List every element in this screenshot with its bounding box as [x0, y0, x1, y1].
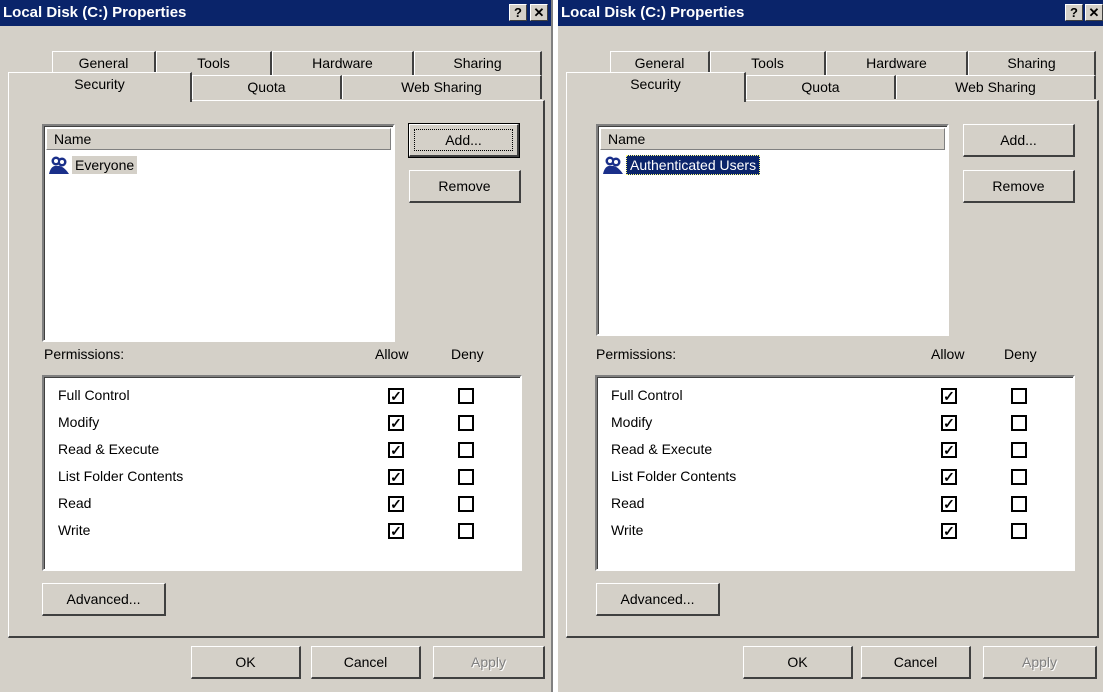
apply-button[interactable]: Apply [433, 646, 545, 679]
deny-checkbox[interactable] [458, 415, 474, 431]
permission-row: Read ✓ [58, 491, 528, 518]
tab-hardware[interactable]: Hardware [272, 51, 414, 75]
deny-checkbox[interactable] [1011, 415, 1027, 431]
deny-checkbox[interactable] [1011, 469, 1027, 485]
permission-row: Modify ✓ [611, 410, 1081, 437]
deny-checkbox[interactable] [458, 496, 474, 512]
add-button[interactable]: Add... [963, 124, 1075, 157]
permissions-list[interactable]: Full Control ✓ Modify ✓ Read & Execute ✓ List … [42, 375, 522, 571]
deny-checkbox[interactable] [458, 523, 474, 539]
advanced-button[interactable]: Advanced... [596, 583, 720, 616]
permission-name: Write [58, 522, 91, 538]
deny-checkbox[interactable] [458, 388, 474, 404]
deny-checkbox[interactable] [1011, 523, 1027, 539]
tab-web-sharing[interactable]: Web Sharing [342, 75, 542, 99]
name-column-header[interactable]: Name [46, 128, 391, 150]
allow-checkbox[interactable]: ✓ [388, 469, 404, 485]
permissions-label: Permissions: [44, 346, 125, 362]
deny-checkbox[interactable] [458, 442, 474, 458]
remove-button[interactable]: Remove [409, 170, 521, 203]
user-list-item[interactable]: Authenticated Users [602, 154, 761, 176]
allow-checkbox[interactable]: ✓ [941, 388, 957, 404]
users-group-icon [49, 156, 69, 174]
permission-row: List Folder Contents ✓ [611, 464, 1081, 491]
title-bar[interactable]: Local Disk (C:) Properties [558, 0, 1103, 26]
ok-button[interactable]: OK [191, 646, 301, 679]
tab-quota[interactable]: Quota [746, 75, 896, 99]
user-list[interactable]: Name Authenticated Users [596, 124, 949, 336]
tab-security[interactable]: Security [566, 72, 746, 102]
permission-name: Read & Execute [611, 441, 713, 457]
permission-row: Read & Execute ✓ [611, 437, 1081, 464]
allow-checkbox[interactable]: ✓ [941, 496, 957, 512]
deny-checkbox[interactable] [1011, 442, 1027, 458]
permission-row: Full Control ✓ [58, 383, 528, 410]
allow-checkbox[interactable]: ✓ [941, 469, 957, 485]
permission-name: List Folder Contents [611, 468, 737, 484]
user-name: Authenticated Users [626, 155, 761, 175]
permission-name: Full Control [611, 387, 683, 403]
tab-quota[interactable]: Quota [192, 75, 342, 99]
permission-row: Full Control ✓ [611, 383, 1081, 410]
user-name: Everyone [72, 156, 138, 174]
allow-checkbox[interactable]: ✓ [388, 415, 404, 431]
tab-security[interactable]: Security [8, 72, 192, 102]
properties-dialog-right: Local Disk (C:) Properties ? ✕ General T… [558, 0, 1103, 692]
close-button[interactable]: ✕ [1085, 4, 1103, 21]
permissions-label: Permissions: [596, 346, 677, 362]
remove-button[interactable]: Remove [963, 170, 1075, 203]
permission-row: List Folder Contents ✓ [58, 464, 528, 491]
permission-row: Read ✓ [611, 491, 1081, 518]
users-group-icon [603, 156, 623, 174]
permission-row: Read & Execute ✓ [58, 437, 528, 464]
permission-name: List Folder Contents [58, 468, 184, 484]
tab-hardware[interactable]: Hardware [826, 51, 968, 75]
user-list[interactable]: Name Everyone [42, 124, 395, 342]
tab-sharing[interactable]: Sharing [414, 51, 542, 75]
allow-checkbox[interactable]: ✓ [941, 442, 957, 458]
deny-checkbox[interactable] [1011, 496, 1027, 512]
allow-checkbox[interactable]: ✓ [388, 523, 404, 539]
permission-name: Write [611, 522, 644, 538]
name-column-header[interactable]: Name [600, 128, 945, 150]
permission-name: Full Control [58, 387, 130, 403]
help-button[interactable]: ? [1065, 4, 1083, 21]
close-button[interactable]: ✕ [530, 4, 548, 21]
tab-sharing[interactable]: Sharing [968, 51, 1096, 75]
ok-button[interactable]: OK [743, 646, 853, 679]
add-button[interactable]: Add... [408, 123, 520, 158]
permission-name: Read & Execute [58, 441, 160, 457]
permissions-list[interactable]: Full Control ✓ Modify ✓ Read & Execute ✓ List … [595, 375, 1075, 571]
permission-name: Modify [611, 414, 653, 430]
deny-checkbox[interactable] [458, 469, 474, 485]
permission-name: Read [58, 495, 92, 511]
window-title: Local Disk (C:) Properties [3, 4, 187, 21]
allow-checkbox[interactable]: ✓ [941, 523, 957, 539]
allow-header: Allow [931, 346, 965, 362]
deny-header: Deny [1004, 346, 1037, 362]
help-button[interactable]: ? [509, 4, 527, 21]
deny-checkbox[interactable] [1011, 388, 1027, 404]
permission-name: Modify [58, 414, 100, 430]
permission-row: Modify ✓ [58, 410, 528, 437]
properties-dialog-left: Local Disk (C:) Properties ? ✕ General T… [0, 0, 553, 692]
title-bar[interactable]: Local Disk (C:) Properties [0, 0, 551, 26]
allow-checkbox[interactable]: ✓ [388, 496, 404, 512]
permission-row: Write ✓ [58, 518, 528, 545]
window-title: Local Disk (C:) Properties [561, 4, 745, 21]
tab-web-sharing[interactable]: Web Sharing [896, 75, 1096, 99]
cancel-button[interactable]: Cancel [311, 646, 421, 679]
advanced-button[interactable]: Advanced... [42, 583, 166, 616]
apply-button[interactable]: Apply [983, 646, 1097, 679]
cancel-button[interactable]: Cancel [861, 646, 971, 679]
deny-header: Deny [451, 346, 484, 362]
permission-row: Write ✓ [611, 518, 1081, 545]
allow-checkbox[interactable]: ✓ [388, 442, 404, 458]
allow-checkbox[interactable]: ✓ [941, 415, 957, 431]
allow-header: Allow [375, 346, 409, 362]
allow-checkbox[interactable]: ✓ [388, 388, 404, 404]
permission-name: Read [611, 495, 645, 511]
user-list-item[interactable]: Everyone [48, 154, 138, 176]
